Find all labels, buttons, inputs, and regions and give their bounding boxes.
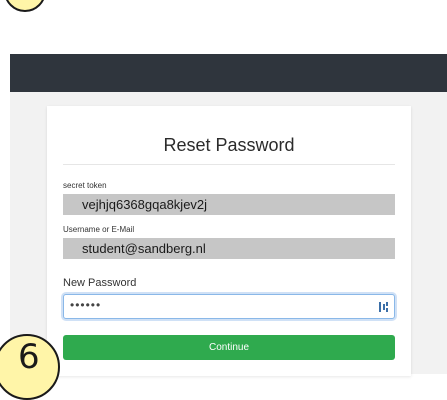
step-badge-bottom-number: 6 bbox=[18, 337, 40, 377]
password-manager-icon[interactable] bbox=[379, 302, 388, 312]
step-badge-bottom: 6 bbox=[0, 334, 60, 400]
new-password-value: •••••• bbox=[70, 298, 102, 312]
title-divider bbox=[63, 164, 395, 165]
secret-token-field[interactable]: vejhjq6368gqa8kjev2j bbox=[63, 194, 395, 215]
reset-password-card: Reset Password secret token vejhjq6368gq… bbox=[47, 106, 411, 376]
username-field[interactable]: student@sandberg.nl bbox=[63, 238, 395, 259]
top-navbar bbox=[10, 54, 447, 92]
secret-token-label: secret token bbox=[63, 181, 107, 190]
username-label: Username or E-Mail bbox=[63, 225, 135, 234]
page-content-area: Reset Password secret token vejhjq6368gq… bbox=[10, 92, 447, 376]
new-password-input[interactable]: •••••• bbox=[63, 294, 395, 319]
new-password-label: New Password bbox=[63, 277, 137, 289]
continue-button[interactable]: Continue bbox=[63, 335, 395, 360]
step-badge-top bbox=[4, 0, 46, 12]
page-title: Reset Password bbox=[163, 135, 295, 155]
